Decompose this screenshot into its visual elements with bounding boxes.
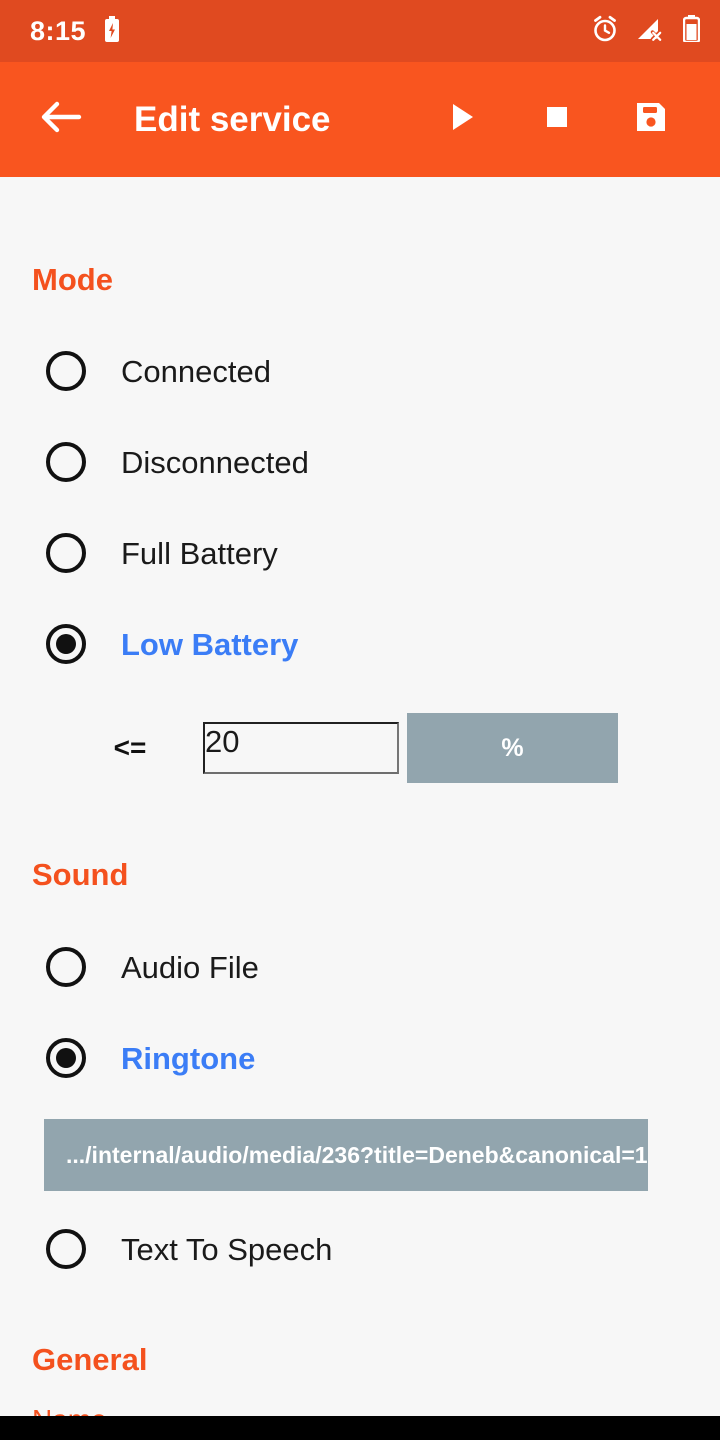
radio-label: Low Battery xyxy=(121,626,299,662)
radio-indicator[interactable] xyxy=(46,1229,86,1269)
battery-charging-icon xyxy=(104,15,120,47)
toolbar-actions xyxy=(416,73,698,167)
battery-icon xyxy=(682,15,701,47)
status-bar-right xyxy=(591,15,701,48)
play-icon xyxy=(450,102,476,137)
stop-icon xyxy=(545,105,569,134)
radio-option-text-to-speech[interactable]: Text To Speech xyxy=(0,1218,720,1280)
radio-option-connected[interactable]: Connected xyxy=(0,340,720,402)
radio-label: Text To Speech xyxy=(121,1231,333,1267)
comparison-operator-label: <= xyxy=(113,732,147,763)
radio-option-low-battery[interactable]: Low Battery xyxy=(0,613,720,675)
radio-indicator[interactable] xyxy=(46,947,86,987)
unit-toggle-button[interactable]: % xyxy=(407,713,618,783)
save-button[interactable] xyxy=(604,73,698,167)
battery-threshold-input[interactable] xyxy=(203,722,399,774)
section-header-general: General xyxy=(32,1342,148,1377)
signal-no-service-icon xyxy=(636,16,666,47)
status-bar: 8:15 xyxy=(0,0,720,62)
status-bar-left: 8:15 xyxy=(30,15,120,47)
radio-indicator[interactable] xyxy=(46,533,86,573)
radio-label: Connected xyxy=(121,353,271,389)
stop-button[interactable] xyxy=(510,73,604,167)
app-toolbar: Edit service xyxy=(0,62,720,177)
radio-indicator[interactable] xyxy=(46,351,86,391)
battery-threshold-row: <= % xyxy=(0,713,720,783)
radio-label: Full Battery xyxy=(121,535,278,571)
page-title: Edit service xyxy=(134,100,331,139)
radio-indicator[interactable] xyxy=(46,624,86,664)
name-field-label: Name xyxy=(0,1404,720,1416)
section-header-sound: Sound xyxy=(32,857,129,892)
settings-content: Mode Connected Disconnected Full Battery… xyxy=(0,177,720,1416)
status-bar-clock: 8:15 xyxy=(30,15,87,46)
radio-option-disconnected[interactable]: Disconnected xyxy=(0,431,720,493)
radio-option-full-battery[interactable]: Full Battery xyxy=(0,522,720,584)
radio-label: Ringtone xyxy=(121,1040,256,1076)
arrow-back-icon xyxy=(39,99,83,140)
radio-option-audio-file[interactable]: Audio File xyxy=(0,936,720,998)
section-header-mode: Mode xyxy=(32,262,113,297)
radio-label: Disconnected xyxy=(121,444,309,480)
play-button[interactable] xyxy=(416,73,510,167)
ringtone-uri-button[interactable]: .../internal/audio/media/236?title=Deneb… xyxy=(44,1119,648,1191)
back-button[interactable] xyxy=(32,91,90,149)
alarm-clock-icon xyxy=(591,15,619,48)
radio-label: Audio File xyxy=(121,949,259,985)
radio-indicator[interactable] xyxy=(46,1038,86,1078)
radio-option-ringtone[interactable]: Ringtone xyxy=(0,1027,720,1089)
save-floppy-icon xyxy=(634,100,668,139)
system-navigation-bar xyxy=(0,1416,720,1440)
radio-indicator[interactable] xyxy=(46,442,86,482)
